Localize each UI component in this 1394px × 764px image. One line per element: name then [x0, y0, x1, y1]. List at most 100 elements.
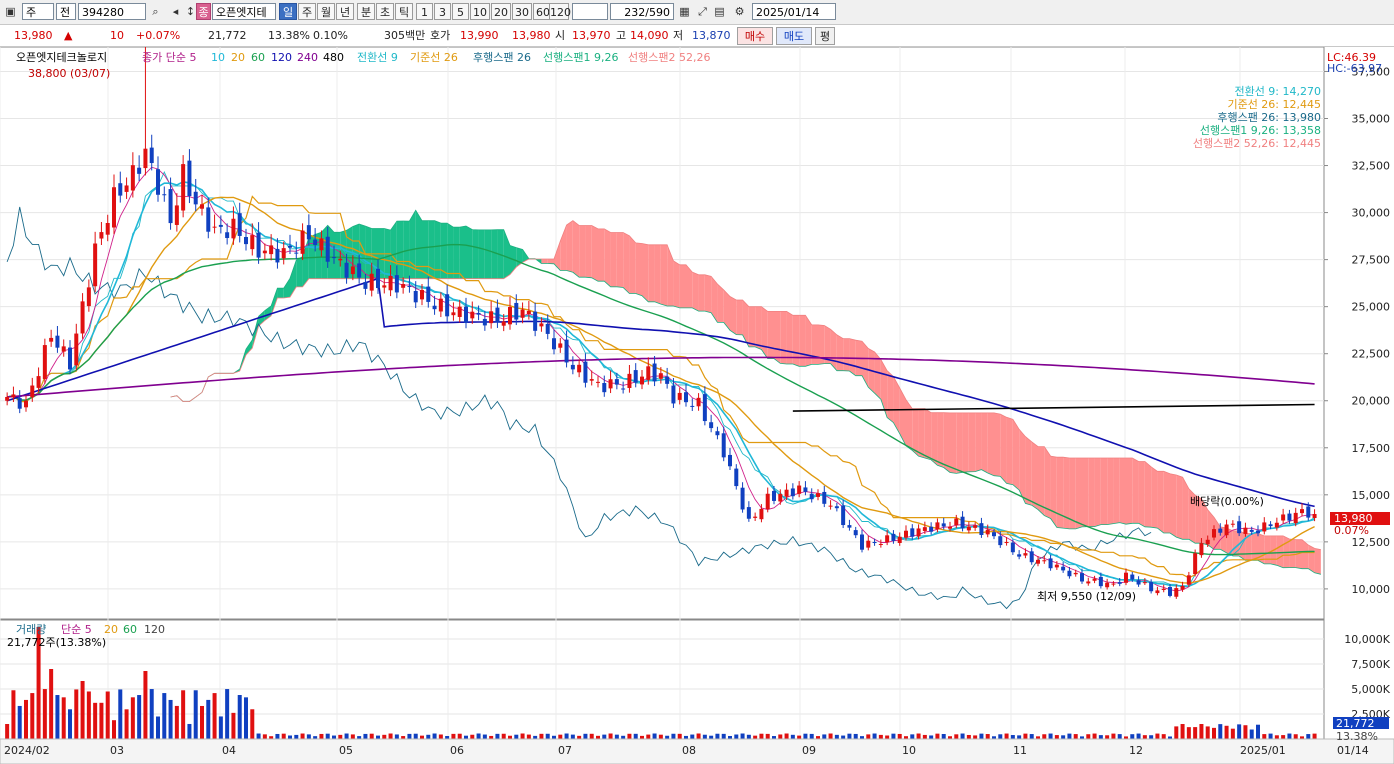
- volume-bar: [872, 733, 877, 739]
- candle-body: [684, 392, 688, 403]
- cloud-segment-down: [755, 306, 762, 350]
- interval-5[interactable]: 5: [452, 3, 469, 20]
- date-field[interactable]: 2025/01/14: [752, 3, 836, 20]
- volume-bar: [646, 734, 651, 739]
- candle-body: [596, 381, 600, 383]
- time-axis-label: 08: [682, 744, 696, 757]
- volume-bar: [778, 734, 783, 739]
- type-select[interactable]: 전: [56, 3, 76, 20]
- volume-bar: [338, 734, 343, 739]
- candle-body: [313, 239, 318, 246]
- count-field[interactable]: 232/590: [610, 3, 674, 20]
- candle-body: [1142, 582, 1147, 584]
- interval-20[interactable]: 20: [491, 3, 511, 20]
- candle-body: [495, 307, 500, 323]
- cloud-segment-up: [459, 226, 466, 279]
- window-icon[interactable]: ▣: [3, 4, 18, 19]
- candle-body: [206, 207, 211, 232]
- sell-button[interactable]: 매도: [776, 27, 812, 45]
- tab-tick[interactable]: 틱: [395, 3, 413, 20]
- price-axis-label: 15,000: [1352, 489, 1391, 502]
- candle-body: [973, 525, 978, 528]
- up-arrow-icon: ▲: [64, 29, 73, 42]
- tab-year[interactable]: 년: [336, 3, 354, 20]
- candle-body: [1098, 576, 1103, 587]
- grid-icon[interactable]: ▦: [677, 4, 692, 19]
- amount-value: 305백만: [384, 29, 426, 42]
- interval-10[interactable]: 10: [470, 3, 490, 20]
- volume-bar: [797, 735, 802, 739]
- ichimoku-value-kijun: 기준선 26: 12,445: [1227, 98, 1321, 111]
- buy-button[interactable]: 매수: [737, 27, 773, 45]
- candle-body: [489, 311, 494, 324]
- stock-chart: 37,50035,00032,50030,00027,50025,00022,5…: [0, 47, 1394, 764]
- tab-month[interactable]: 월: [317, 3, 335, 20]
- candle-body: [520, 309, 525, 318]
- volume-bar: [539, 733, 544, 739]
- volume-bar: [99, 702, 104, 739]
- volume-bar: [1224, 725, 1229, 739]
- volume-bar: [614, 734, 619, 739]
- legend-ma-240: 240: [297, 51, 318, 64]
- cloud-segment-down: [799, 315, 806, 367]
- candle-body: [671, 385, 676, 404]
- volume-bar: [162, 693, 167, 739]
- interval-3[interactable]: 3: [434, 3, 451, 20]
- gear-icon[interactable]: ⚙: [732, 4, 747, 19]
- candle-body: [652, 363, 657, 382]
- volume-bar: [1186, 727, 1191, 739]
- volume-bar: [476, 733, 481, 739]
- candle-body: [49, 337, 54, 342]
- volume-bar: [1061, 735, 1066, 739]
- cloud-segment-down: [918, 408, 925, 458]
- candle-body: [1155, 590, 1160, 594]
- cloud-segment-down: [887, 370, 894, 423]
- zoom-icon[interactable]: ⤢: [695, 4, 710, 19]
- interval-30[interactable]: 30: [512, 3, 532, 20]
- volume-bar: [1155, 733, 1160, 739]
- cloud-segment-down: [604, 228, 611, 287]
- market-select[interactable]: 주: [22, 3, 54, 20]
- volume-bar: [1086, 734, 1091, 739]
- interval-custom-input[interactable]: [572, 3, 608, 20]
- code-input[interactable]: 394280: [78, 3, 146, 20]
- interval-120[interactable]: 120: [549, 3, 571, 20]
- volume-bar: [853, 733, 858, 739]
- cloud-segment-up: [491, 229, 498, 279]
- eval-button[interactable]: 평: [815, 27, 835, 45]
- candle-body: [816, 493, 820, 497]
- volume-bar: [501, 733, 506, 739]
- tab-minute[interactable]: 분: [357, 3, 375, 20]
- volume-legend-60: 60: [123, 623, 137, 636]
- tab-week[interactable]: 주: [298, 3, 316, 20]
- volume-legend-120: 120: [144, 623, 165, 636]
- cloud-segment-down: [1157, 471, 1164, 533]
- cloud-segment-down: [591, 225, 598, 282]
- volume-bar: [602, 734, 607, 739]
- candle-body: [55, 335, 60, 348]
- volume-bar: [1067, 733, 1072, 739]
- low-price: 13,870: [692, 29, 731, 42]
- tab-day[interactable]: 일: [279, 3, 297, 20]
- hc-value: HC:-63.97: [1327, 62, 1382, 75]
- interval-1[interactable]: 1: [416, 3, 433, 20]
- candle-body: [407, 286, 412, 288]
- time-axis-label: 09: [802, 744, 816, 757]
- volume-bar: [86, 691, 91, 739]
- candle-body: [1111, 583, 1116, 585]
- volume-bar: [973, 735, 978, 739]
- volume-bar: [910, 734, 915, 739]
- candle-body: [457, 306, 462, 317]
- volume-bar: [5, 724, 10, 739]
- search-icon[interactable]: ⌕: [148, 4, 163, 19]
- stock-name-field[interactable]: 오픈엣지테: [212, 3, 276, 20]
- legend-ma-480: 480: [323, 51, 344, 64]
- volume-bar: [30, 693, 35, 739]
- favorite-badge[interactable]: 종: [196, 3, 211, 20]
- volume-bar: [746, 734, 751, 739]
- candle-body: [501, 321, 506, 326]
- speaker-icon[interactable]: ◂: [168, 4, 183, 19]
- tab-second[interactable]: 초: [376, 3, 394, 20]
- volume-bar: [1237, 724, 1242, 739]
- save-icon[interactable]: ▤: [712, 4, 727, 19]
